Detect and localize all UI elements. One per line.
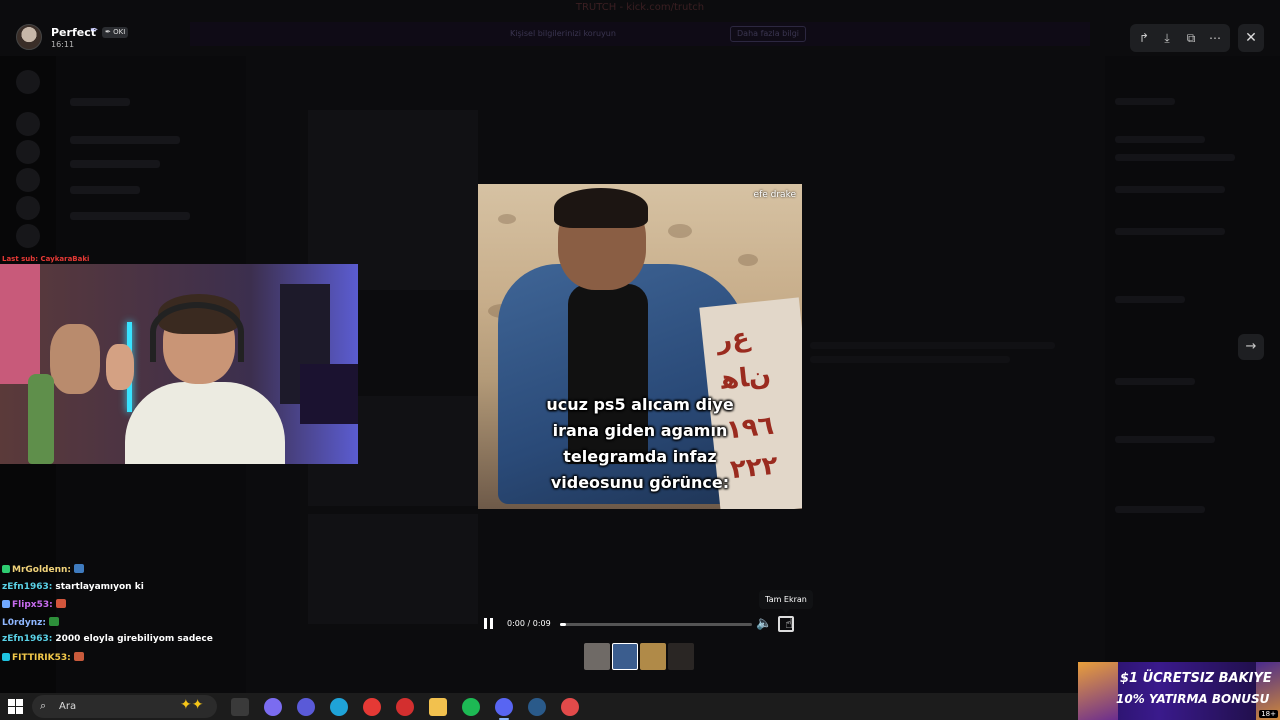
window-title: TRUTCH - kick.com/trutch <box>575 2 705 13</box>
bottle <box>28 374 54 464</box>
promo-banner[interactable]: $1 ÜCRETSIZ BAKIYE 10% YATIRMA BONUSU 18… <box>1078 662 1280 720</box>
age-badge: 18+ <box>1259 710 1278 718</box>
copilot-icon[interactable] <box>264 698 282 716</box>
thumbnail-strip <box>584 643 696 670</box>
chat-message: zEfn1963: startlayamıyon ki <box>2 582 144 596</box>
chat-message: Flipx53: <box>2 599 66 613</box>
promo-line: 10% YATIRMA BONUSU <box>1116 692 1270 706</box>
video-subject-hair <box>554 188 648 228</box>
top-bar: TRUTCH - kick.com/trutch Kişisel bilgile… <box>0 0 1280 56</box>
streamer-hand <box>106 344 134 390</box>
chat-emote-icon <box>73 651 84 661</box>
caption-line: videosunu görünce: <box>550 473 730 492</box>
seek-bar[interactable] <box>560 623 752 626</box>
chat-emote-icon <box>55 599 66 608</box>
taskbar-search[interactable]: ⌕ Ara ✦✦ <box>32 695 217 718</box>
youtube-icon[interactable] <box>363 698 381 716</box>
feather-icon: ✒ <box>90 25 99 36</box>
sparkle-icon: ✦✦ <box>180 697 204 713</box>
notice-text: Kişisel bilgilerinizi koruyun <box>510 29 616 38</box>
windows-start-icon[interactable] <box>8 699 24 715</box>
chat-username[interactable]: L0rdynz: <box>2 618 46 628</box>
chat-emote-icon <box>74 564 85 573</box>
seek-fill <box>560 623 566 626</box>
bg-text-row <box>810 356 1010 363</box>
edge-icon[interactable] <box>330 698 348 716</box>
chat-message: L0rdynz: <box>2 616 59 631</box>
caption-line: ucuz ps5 alıcam diye <box>546 395 734 414</box>
monitor <box>300 364 358 424</box>
task-view-icon[interactable] <box>231 698 249 716</box>
taskbar: ⌕ Ara ✦✦ <box>0 693 1078 720</box>
thumbnail[interactable] <box>640 643 666 670</box>
chat-username[interactable]: Flipx53: <box>12 600 53 610</box>
fullscreen-tooltip: Tam Ekran <box>759 590 813 613</box>
streamer-shirt <box>125 382 285 464</box>
chat-username[interactable]: zEfn1963: <box>2 582 52 592</box>
bg-thumbnail <box>308 110 478 290</box>
member-list <box>1105 56 1280 666</box>
headset <box>150 302 244 362</box>
chat-badge-icon <box>2 600 10 608</box>
promo-art <box>1078 662 1118 720</box>
pause-icon[interactable] <box>482 616 496 632</box>
chat-message: zEfn1963: 2000 eloyla girebiliyom sadece <box>2 634 213 648</box>
bg-thumbnail <box>308 514 478 624</box>
notice-banner: Kişisel bilgilerinizi koruyun Daha fazla… <box>190 22 1090 46</box>
more-icon[interactable]: ⋯ <box>1205 28 1225 48</box>
search-icon: ⌕ <box>40 699 47 712</box>
chat-username[interactable]: FITTIRIK53: <box>12 653 71 663</box>
chat-text: startlayamıyon ki <box>55 581 144 592</box>
thumbnail[interactable] <box>584 643 610 670</box>
forward-icon[interactable]: ↱ <box>1134 28 1154 48</box>
chat-badge-icon <box>2 565 10 573</box>
guild-tag-label: OKI <box>113 28 126 36</box>
discord-icon[interactable] <box>495 698 513 716</box>
search-label: Ara <box>59 701 77 712</box>
opera-icon[interactable] <box>396 698 414 716</box>
chat-message: MrGoldenn: <box>2 564 85 578</box>
chat-username[interactable]: MrGoldenn: <box>12 565 71 575</box>
hand-cursor-icon: ☝ <box>785 617 793 632</box>
time-readout: 0:00 / 0:09 <box>507 619 551 628</box>
chat-text: 2000 eloyla girebiliyom sadece <box>55 634 213 644</box>
open-external-icon[interactable]: ⧉ <box>1181 28 1201 48</box>
notice-button[interactable]: Daha fazla bilgi <box>730 26 806 42</box>
app-circle-icon[interactable] <box>297 698 315 716</box>
file-explorer-icon[interactable] <box>429 698 447 716</box>
last-sub-label: Last sub: CaykaraBaki <box>2 255 90 263</box>
volume-icon[interactable]: 🔈 <box>756 615 774 633</box>
chess-icon[interactable] <box>561 698 579 716</box>
chat-badge-icon <box>2 652 10 661</box>
chat-message: FITTIRIK53: <box>2 651 84 666</box>
webcam-overlay <box>0 264 358 464</box>
caption-line: telegramda infaz <box>563 447 717 466</box>
thumbnail[interactable] <box>612 643 638 670</box>
promo-line: $1 ÜCRETSIZ BAKIYE <box>1120 671 1272 686</box>
avatar[interactable] <box>16 24 42 50</box>
arrow-right-icon[interactable]: → <box>1238 334 1264 360</box>
close-icon[interactable]: ✕ <box>1238 24 1264 52</box>
chat-username[interactable]: zEfn1963: <box>2 634 52 644</box>
figurine <box>50 324 100 394</box>
guild-tag: ✒ OKI <box>102 27 129 38</box>
video-caption: ucuz ps5 alıcam diye irana giden agamın … <box>478 392 802 496</box>
thumbnail[interactable] <box>668 643 694 670</box>
caption-line: irana giden agamın <box>552 421 728 440</box>
upload-time: 16:11 <box>51 40 75 49</box>
video-watermark: efe drake <box>753 190 796 200</box>
video-controls: 0:00 / 0:09 🔈 ☝ <box>478 613 802 635</box>
wall-art <box>0 264 40 384</box>
download-icon[interactable]: ⤓ <box>1157 28 1177 48</box>
viewer-actions: ↱ ⤓ ⧉ ⋯ <box>1130 24 1230 52</box>
steam-icon[interactable] <box>528 698 546 716</box>
bg-text-row <box>810 342 1055 349</box>
video-player[interactable]: ﻉﺭ ﻥﺎﻫ ١٩٦ ٢٢٢ efe drake ucuz ps5 alıcam di… <box>478 184 802 509</box>
chat-emote-icon <box>49 616 59 626</box>
spotify-icon[interactable] <box>462 698 480 716</box>
